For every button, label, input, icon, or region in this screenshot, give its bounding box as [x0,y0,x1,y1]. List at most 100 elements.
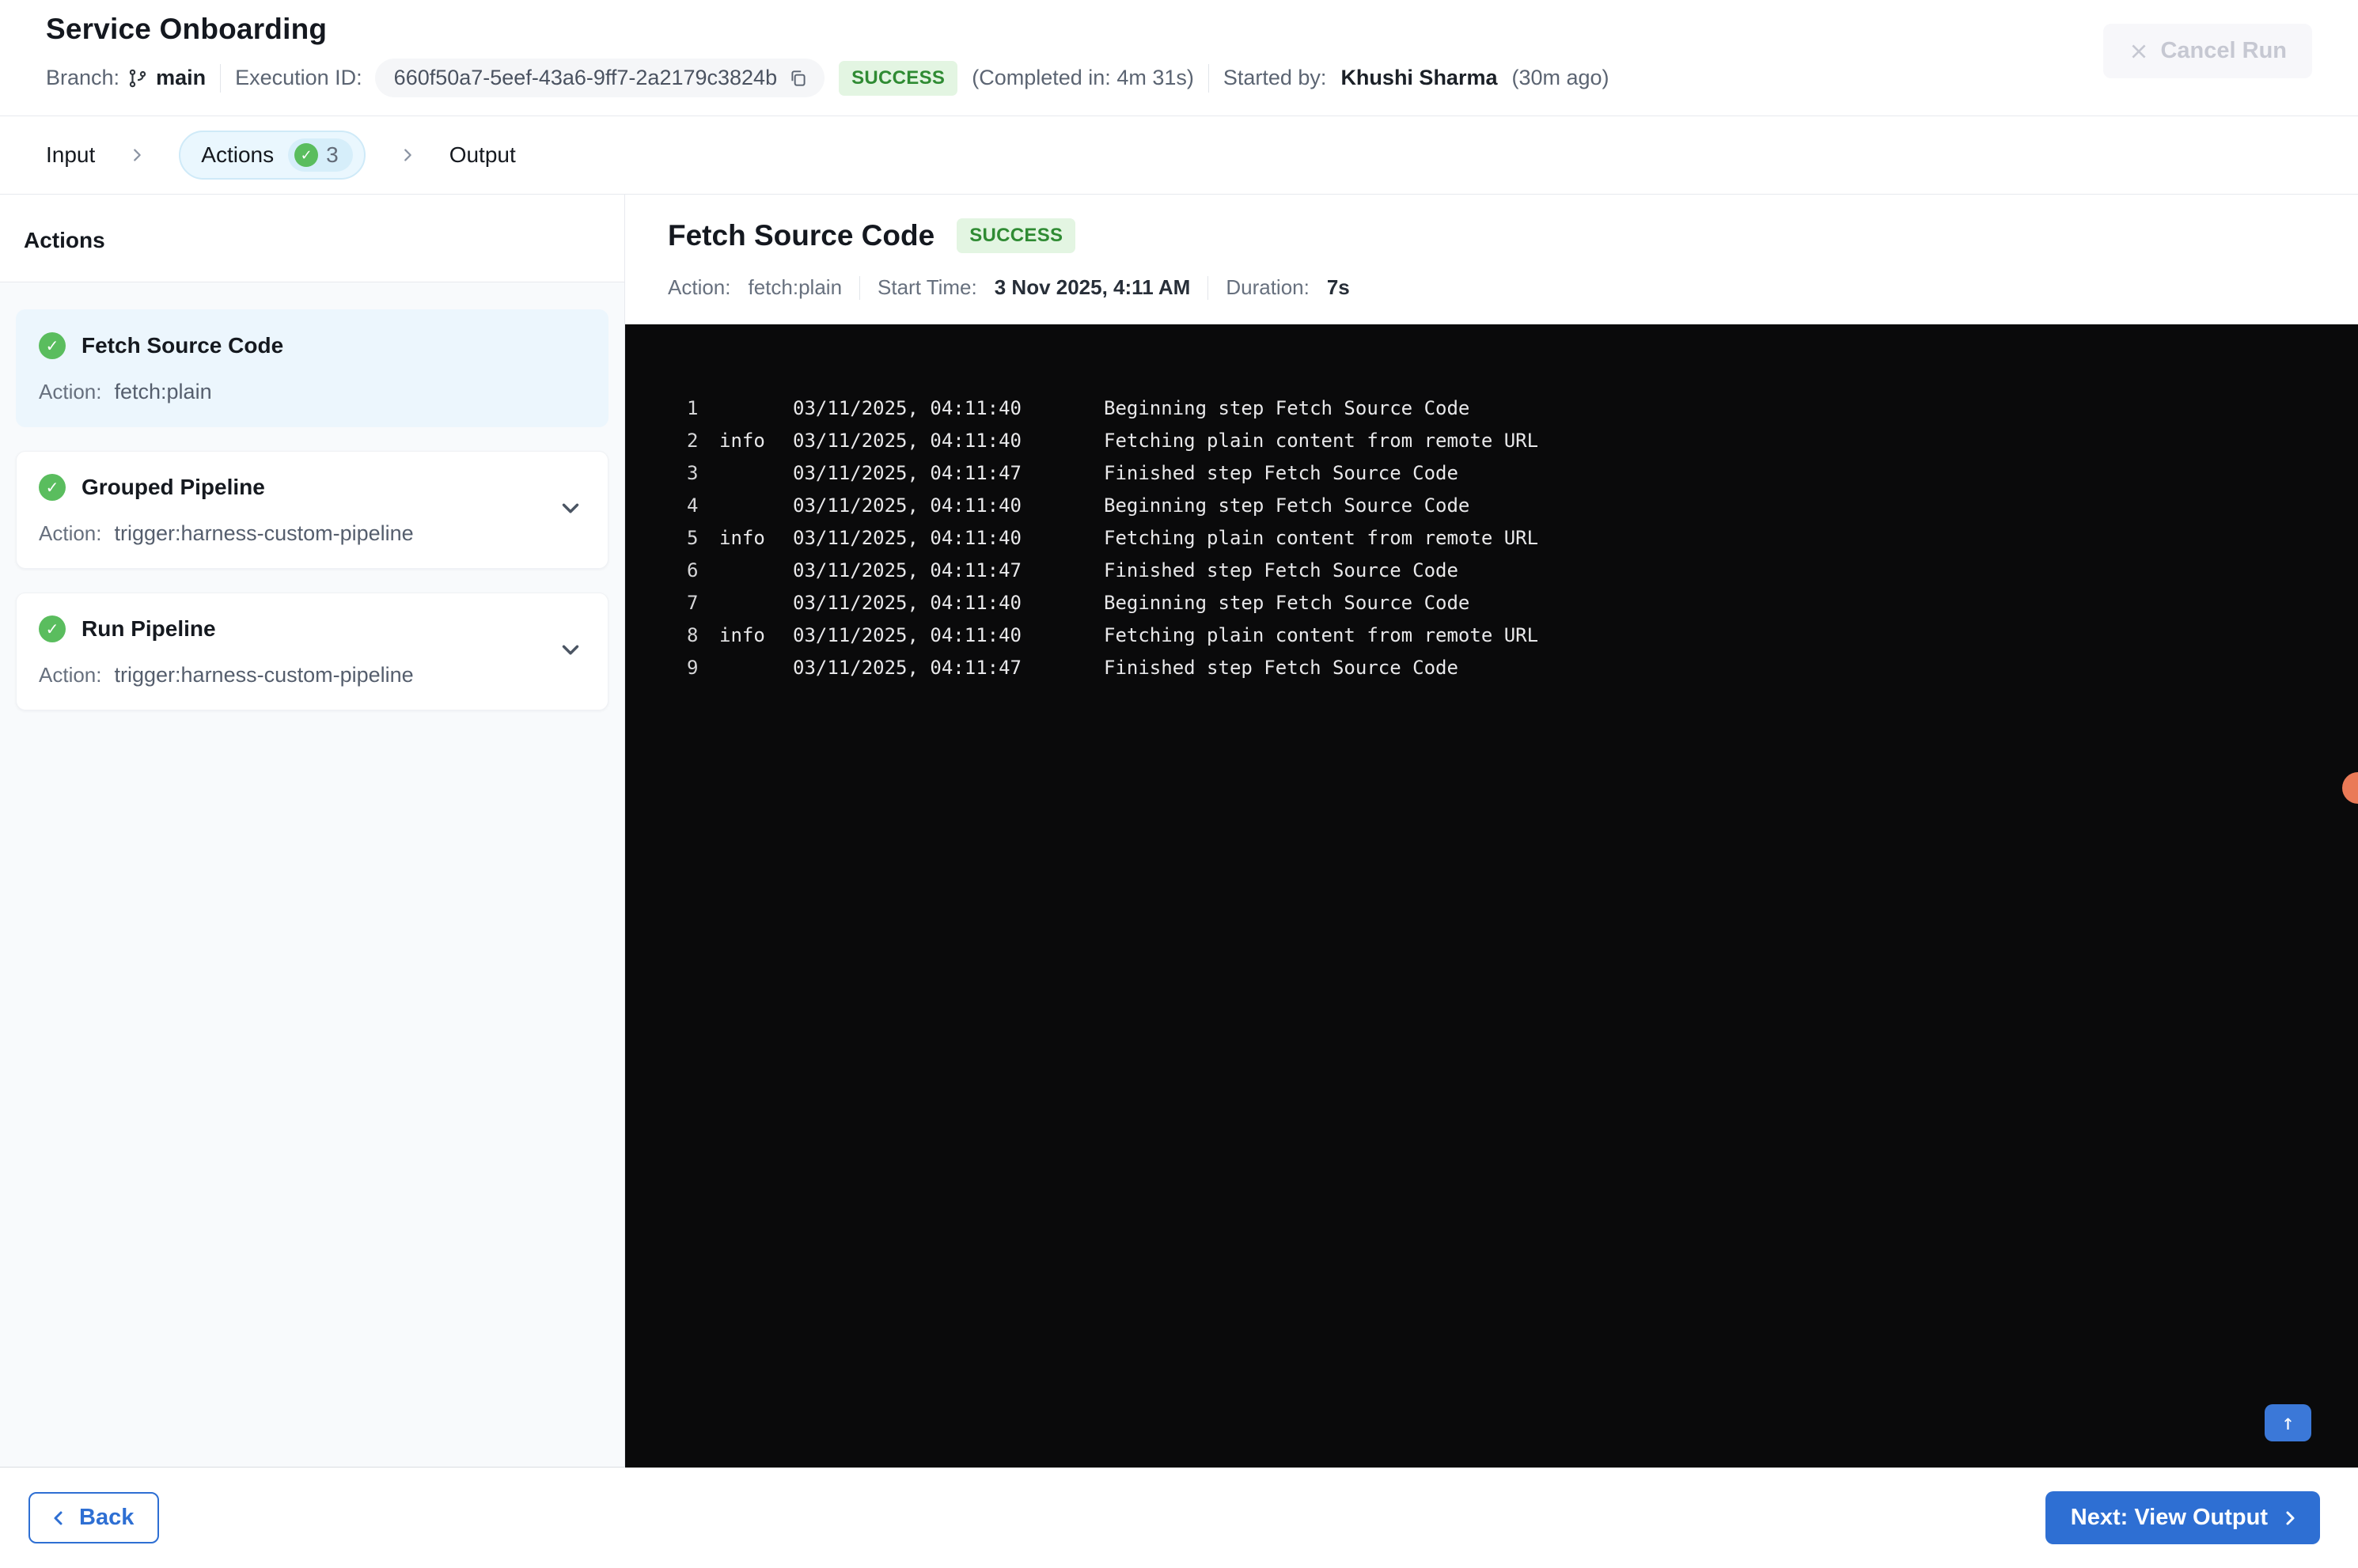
log-message: Beginning step Fetch Source Code [1104,397,1470,419]
log-level: info [719,527,765,549]
branch-group: Branch: main [46,66,206,90]
arrow-up-icon: ↑ [2281,1411,2295,1435]
card-action-row: Action: fetch:plain [39,380,586,404]
log-message: Fetching plain content from remote URL [1104,527,1539,549]
log-line-number: 1 [687,397,699,419]
log-timestamp: 03/11/2025, 04:11:47 [793,657,1022,679]
action-card-grouped-pipeline[interactable]: ✓ Grouped Pipeline Action: trigger:harne… [16,451,608,569]
log-message: Finished step Fetch Source Code [1104,559,1458,581]
log-line: 1 03/11/2025, 04:11:40 Beginning step Fetc… [687,392,2326,425]
log-level: info [719,624,765,646]
log-line-number: 4 [687,494,699,517]
log-line-number: 7 [687,592,699,614]
card-action-value: trigger:harness-custom-pipeline [114,521,414,545]
tab-actions[interactable]: Actions ✓ 3 [179,131,366,180]
check-circle-icon: ✓ [39,332,66,359]
action-card-fetch-source-code[interactable]: ✓ Fetch Source Code Action: fetch:plain [16,309,608,427]
started-by-label: Started by: [1223,66,1327,89]
check-circle-icon: ✓ [39,474,66,501]
back-button[interactable]: Back [28,1492,160,1543]
page-header: Service Onboarding Branch: main Executio… [0,0,2358,116]
log-message: Beginning step Fetch Source Code [1104,592,1470,614]
log-line-number: 6 [687,559,699,581]
card-action-label: Action: [39,663,102,687]
log-line: 3 03/11/2025, 04:11:47 Finished step Fetch… [687,457,2326,490]
execution-id-label: Execution ID: [235,66,362,89]
branch-name: main [156,66,207,89]
footer: Back Next: View Output [0,1468,2358,1568]
check-circle-icon: ✓ [294,143,319,167]
chevron-right-icon [399,146,416,164]
completed-in-text: (Completed in: 4m 31s) [972,66,1194,89]
started-by-name: Khushi Sharma [1340,66,1498,89]
log-line: 5 info 03/11/2025, 04:11:40 Fetching plain … [687,522,2326,555]
cancel-run-button[interactable]: Cancel Run [2103,24,2312,78]
log-line: 4 03/11/2025, 04:11:40 Beginning step Fetc… [687,490,2326,522]
duration-value: 7s [1326,275,1350,299]
log-line: 9 03/11/2025, 04:11:47 Finished step Fetch… [687,652,2326,684]
chevron-right-icon [128,146,146,164]
log-timestamp: 03/11/2025, 04:11:47 [793,559,1022,581]
log-line-number: 2 [687,430,699,452]
chevron-left-icon [49,1509,68,1528]
divider [1207,63,1209,93]
log-level: info [719,430,765,452]
divider [220,63,222,93]
stepper: Input Actions ✓ 3 Output [0,116,2358,195]
log-timestamp: 03/11/2025, 04:11:40 [793,397,1022,419]
actions-count-chip: ✓ 3 [288,138,353,172]
log-timestamp: 03/11/2025, 04:11:40 [793,527,1022,549]
tab-input[interactable]: Input [46,142,95,168]
step-detail-header: Fetch Source Code SUCCESS Action: fetch:… [625,195,2358,324]
log-console[interactable]: 1 03/11/2025, 04:11:40 Beginning step Fetc… [625,324,2358,1468]
card-action-value: fetch:plain [114,380,212,403]
branch-label: Branch: [46,66,120,89]
log-message: Fetching plain content from remote URL [1104,430,1539,452]
log-level [719,490,793,522]
back-label: Back [79,1505,135,1530]
detail-title-row: Fetch Source Code SUCCESS [668,218,2358,253]
execution-id-group: Execution ID: 660f50a7-5eef-43a6-9ff7-2a… [235,59,825,97]
log-timestamp: 03/11/2025, 04:11:40 [793,592,1022,614]
git-branch-icon [127,68,148,89]
actions-count: 3 [326,142,339,167]
card-title-row: ✓ Run Pipeline [39,615,586,642]
copy-icon[interactable] [788,68,809,89]
tab-actions-label: Actions [201,142,275,167]
log-message: Finished step Fetch Source Code [1104,462,1458,484]
log-line: 2 info 03/11/2025, 04:11:40 Fetching plain … [687,425,2326,457]
log-level [719,555,793,587]
page-title: Service Onboarding [46,13,328,45]
action-card-run-pipeline[interactable]: ✓ Run Pipeline Action: trigger:harness-c… [16,593,608,710]
cancel-run-label: Cancel Run [2160,38,2287,63]
card-title-row: ✓ Grouped Pipeline [39,474,586,501]
log-level [719,392,793,425]
chevron-down-icon[interactable] [557,494,584,525]
next-view-output-button[interactable]: Next: View Output [2045,1491,2320,1544]
card-title-row: ✓ Fetch Source Code [39,332,586,359]
log-message: Finished step Fetch Source Code [1104,657,1458,679]
close-icon [2129,41,2149,62]
card-action-row: Action: trigger:harness-custom-pipeline [39,663,586,687]
status-badge: SUCCESS [839,60,958,96]
start-time-value: 3 Nov 2025, 4:11 AM [994,275,1191,299]
card-action-label: Action: [39,521,102,545]
log-timestamp: 03/11/2025, 04:11:47 [793,462,1022,484]
divider [1207,275,1209,300]
check-circle-icon: ✓ [39,615,66,642]
next-label: Next: View Output [2070,1505,2268,1530]
log-message: Beginning step Fetch Source Code [1104,494,1470,517]
step-detail-panel: Fetch Source Code SUCCESS Action: fetch:… [625,195,2358,1468]
header-meta-row: Branch: main Execution ID: 660f50a7-5eef… [46,59,2312,97]
tab-output[interactable]: Output [449,142,516,168]
step-status-badge: SUCCESS [957,218,1076,253]
started-ago-text: (30m ago) [1511,66,1609,89]
chevron-down-icon[interactable] [557,636,584,667]
execution-page: Service Onboarding Branch: main Executio… [0,0,2358,1568]
card-action-value: trigger:harness-custom-pipeline [114,663,414,687]
scroll-to-top-button[interactable]: ↑ [2265,1404,2311,1441]
start-time-label: Start Time: [878,275,977,299]
log-line: 8 info 03/11/2025, 04:11:40 Fetching plain … [687,619,2326,652]
body: Actions ✓ Fetch Source Code Action: fetc… [0,195,2358,1468]
log-level [719,457,793,490]
